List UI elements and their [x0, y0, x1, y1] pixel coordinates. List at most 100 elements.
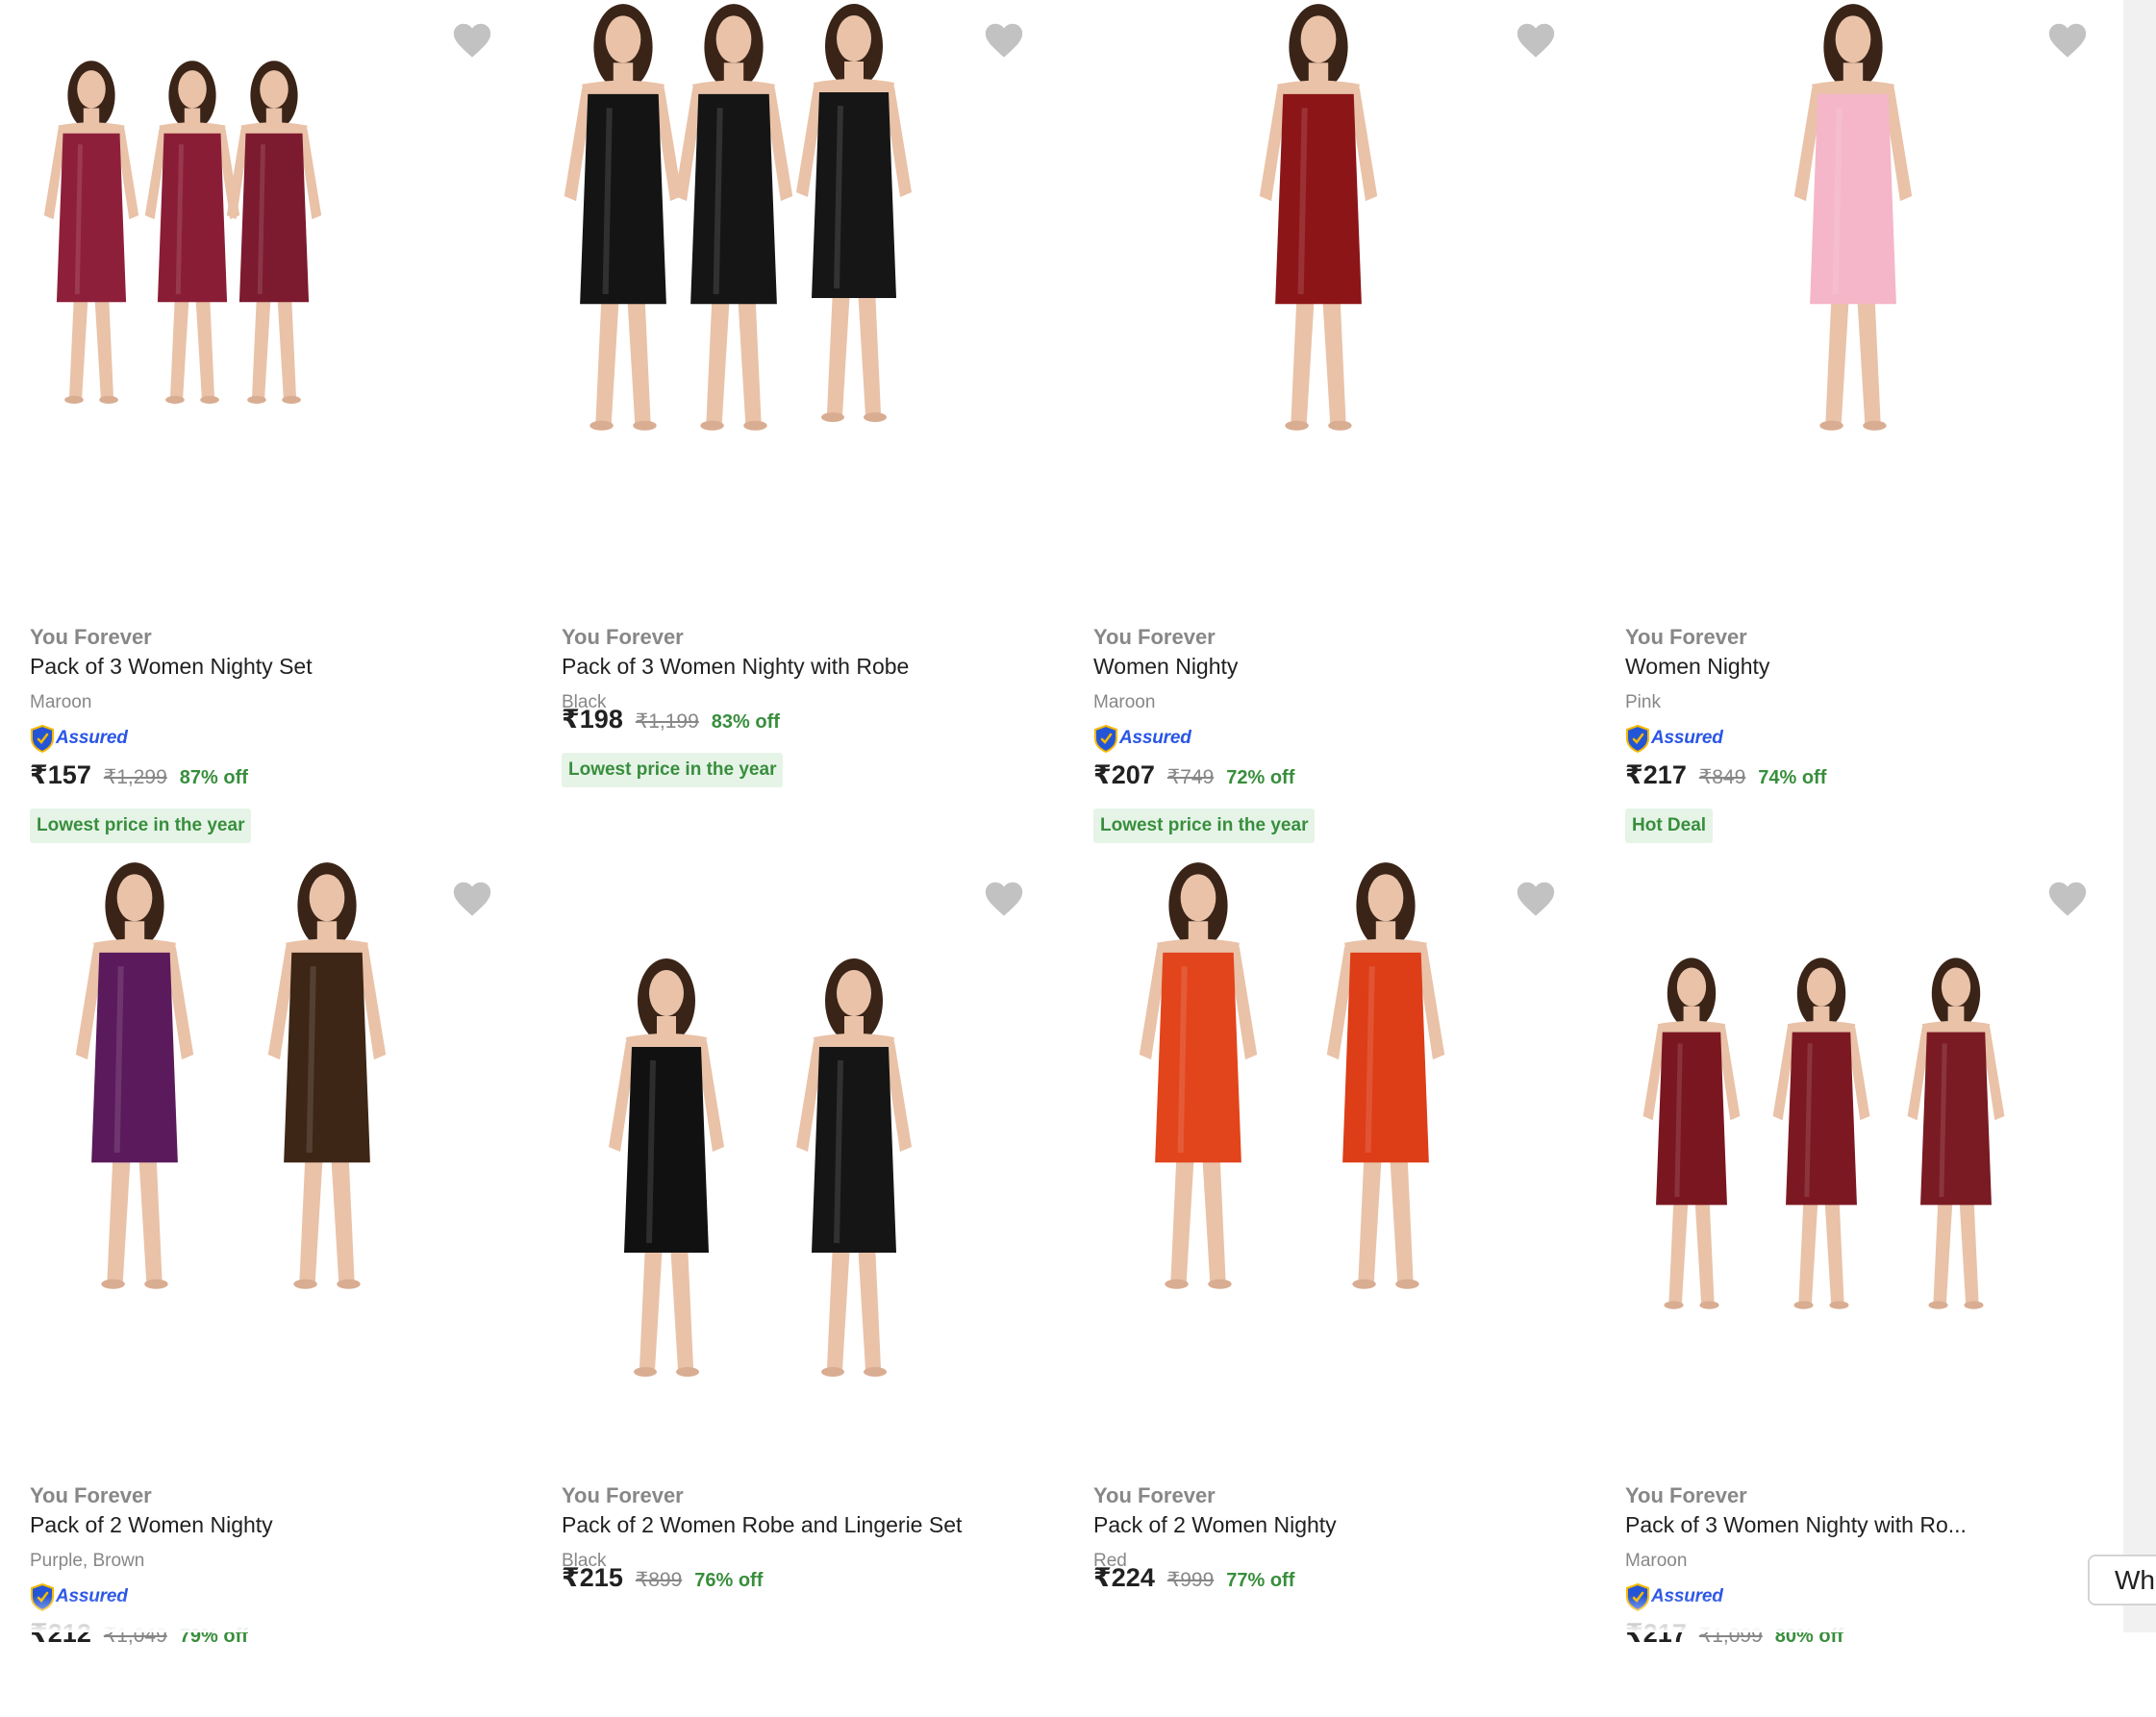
product-card[interactable]: You Forever Pack of 2 Women Nighty Red ₹224… [1064, 858, 1595, 1717]
product-image[interactable] [0, 858, 532, 1469]
price-row: ₹212 ₹1,049 79% off [30, 1619, 248, 1649]
garment [1275, 93, 1362, 305]
product-title[interactable]: Pack of 3 Women Nighty with Ro... [1625, 1512, 1967, 1538]
garment [1656, 1032, 1727, 1206]
garment [1342, 952, 1429, 1163]
discount-percent: 74% off [1758, 767, 1827, 788]
wishlist-heart-icon[interactable] [1513, 876, 1559, 922]
garment [284, 952, 370, 1163]
assured-badge: Assured [1625, 1582, 1723, 1611]
product-title[interactable]: Pack of 2 Women Robe and Lingerie Set [562, 1512, 962, 1538]
wishlist-heart-icon[interactable] [2044, 17, 2091, 63]
garment [812, 92, 896, 298]
garment [624, 1047, 709, 1253]
deal-tag: Hot Deal [1625, 809, 1714, 843]
product-brand: You Forever [1093, 625, 1216, 649]
discount-percent: 87% off [179, 767, 248, 788]
garment [1810, 93, 1896, 305]
discount-percent: 72% off [1226, 767, 1295, 788]
selling-price: ₹207 [1093, 760, 1155, 789]
product-card[interactable]: You Forever Pack of 2 Women Robe and Ling… [532, 858, 1064, 1717]
assured-badge: Assured [30, 1582, 128, 1611]
chat-widget-button[interactable]: Wh [2088, 1555, 2156, 1605]
price-row: ₹198 ₹1,199 83% off [562, 705, 780, 734]
price-row: ₹217 ₹1,099 80% off [1625, 1619, 1843, 1649]
wishlist-heart-icon[interactable] [981, 876, 1027, 922]
scrollbar[interactable] [2123, 0, 2156, 1632]
product-card[interactable]: You Forever Pack of 3 Women Nighty Set Mar… [0, 0, 532, 858]
garment [1155, 952, 1241, 1163]
assured-label: Assured [1119, 728, 1191, 748]
assured-shield-icon [30, 1582, 55, 1611]
price-row: ₹157 ₹1,299 87% off [30, 760, 248, 790]
original-price: ₹899 [635, 1569, 683, 1591]
product-color: Pink [1625, 692, 1661, 712]
original-price: ₹1,199 [635, 710, 699, 733]
assured-shield-icon [1625, 1582, 1650, 1611]
product-title[interactable]: Pack of 2 Women Nighty [1093, 1512, 1337, 1538]
product-brand: You Forever [562, 625, 684, 649]
product-card[interactable]: You Forever Women Nighty Maroon Assured ₹207… [1064, 0, 1595, 858]
discount-percent: 79% off [179, 1626, 248, 1647]
product-color: Maroon [30, 692, 92, 712]
assured-label: Assured [56, 728, 128, 748]
assured-badge: Assured [1093, 724, 1191, 753]
product-image[interactable] [1595, 858, 2127, 1469]
wishlist-heart-icon[interactable] [1513, 17, 1559, 63]
selling-price: ₹224 [1093, 1563, 1155, 1592]
discount-percent: 76% off [694, 1570, 764, 1591]
assured-shield-icon [30, 724, 55, 753]
deal-tag: Lowest price in the year [562, 753, 784, 787]
product-brand: You Forever [30, 625, 152, 649]
deal-tag: Lowest price in the year [1093, 809, 1316, 843]
original-price: ₹749 [1166, 766, 1215, 788]
assured-badge: Assured [1625, 724, 1723, 753]
garment [238, 133, 310, 303]
price-row: ₹217 ₹849 74% off [1625, 760, 1826, 790]
price-row: ₹224 ₹999 77% off [1093, 1563, 1294, 1593]
wishlist-heart-icon[interactable] [2044, 876, 2091, 922]
wishlist-heart-icon[interactable] [449, 876, 495, 922]
original-price: ₹1,099 [1698, 1625, 1763, 1647]
original-price: ₹1,049 [103, 1625, 167, 1647]
product-brand: You Forever [1625, 625, 1747, 649]
product-title[interactable]: Pack of 2 Women Nighty [30, 1512, 273, 1538]
product-image[interactable] [532, 858, 1064, 1469]
product-card[interactable]: You Forever Pack of 3 Women Nighty with R… [532, 0, 1064, 858]
product-brand: You Forever [562, 1483, 684, 1507]
original-price: ₹999 [1166, 1569, 1215, 1591]
product-image[interactable] [1064, 858, 1595, 1469]
product-title[interactable]: Women Nighty [1625, 654, 1769, 680]
discount-percent: 80% off [1774, 1626, 1843, 1647]
selling-price: ₹157 [30, 760, 91, 789]
garment [812, 1047, 896, 1253]
product-grid: You Forever Pack of 3 Women Nighty Set Mar… [0, 0, 2127, 1717]
price-row: ₹215 ₹899 76% off [562, 1563, 763, 1593]
product-title[interactable]: Pack of 3 Women Nighty Set [30, 654, 313, 680]
product-title[interactable]: Women Nighty [1093, 654, 1238, 680]
selling-price: ₹198 [562, 705, 623, 734]
garment [1786, 1032, 1857, 1206]
product-image[interactable] [0, 0, 532, 610]
product-color: Maroon [1093, 692, 1156, 712]
garment [580, 93, 666, 305]
product-card[interactable]: You Forever Pack of 2 Women Nighty Purple,… [0, 858, 532, 1717]
product-image[interactable] [1064, 0, 1595, 610]
selling-price: ₹217 [1625, 760, 1687, 789]
assured-badge: Assured [30, 724, 128, 753]
product-card[interactable]: You Forever Women Nighty Pink Assured ₹217 ₹8… [1595, 0, 2127, 858]
assured-label: Assured [1651, 1586, 1723, 1606]
original-price: ₹849 [1698, 766, 1746, 788]
assured-shield-icon [1625, 724, 1650, 753]
product-image[interactable] [1595, 0, 2127, 610]
garment [690, 93, 777, 305]
wishlist-heart-icon[interactable] [449, 17, 495, 63]
deal-tag: Lowest price in the year [30, 809, 252, 843]
selling-price: ₹212 [30, 1619, 91, 1648]
product-brand: You Forever [1093, 1483, 1216, 1507]
garment [157, 133, 228, 303]
product-image[interactable] [532, 0, 1064, 610]
product-card[interactable]: You Forever Pack of 3 Women Nighty with R… [1595, 858, 2127, 1717]
wishlist-heart-icon[interactable] [981, 17, 1027, 63]
product-title[interactable]: Pack of 3 Women Nighty with Robe [562, 654, 909, 680]
